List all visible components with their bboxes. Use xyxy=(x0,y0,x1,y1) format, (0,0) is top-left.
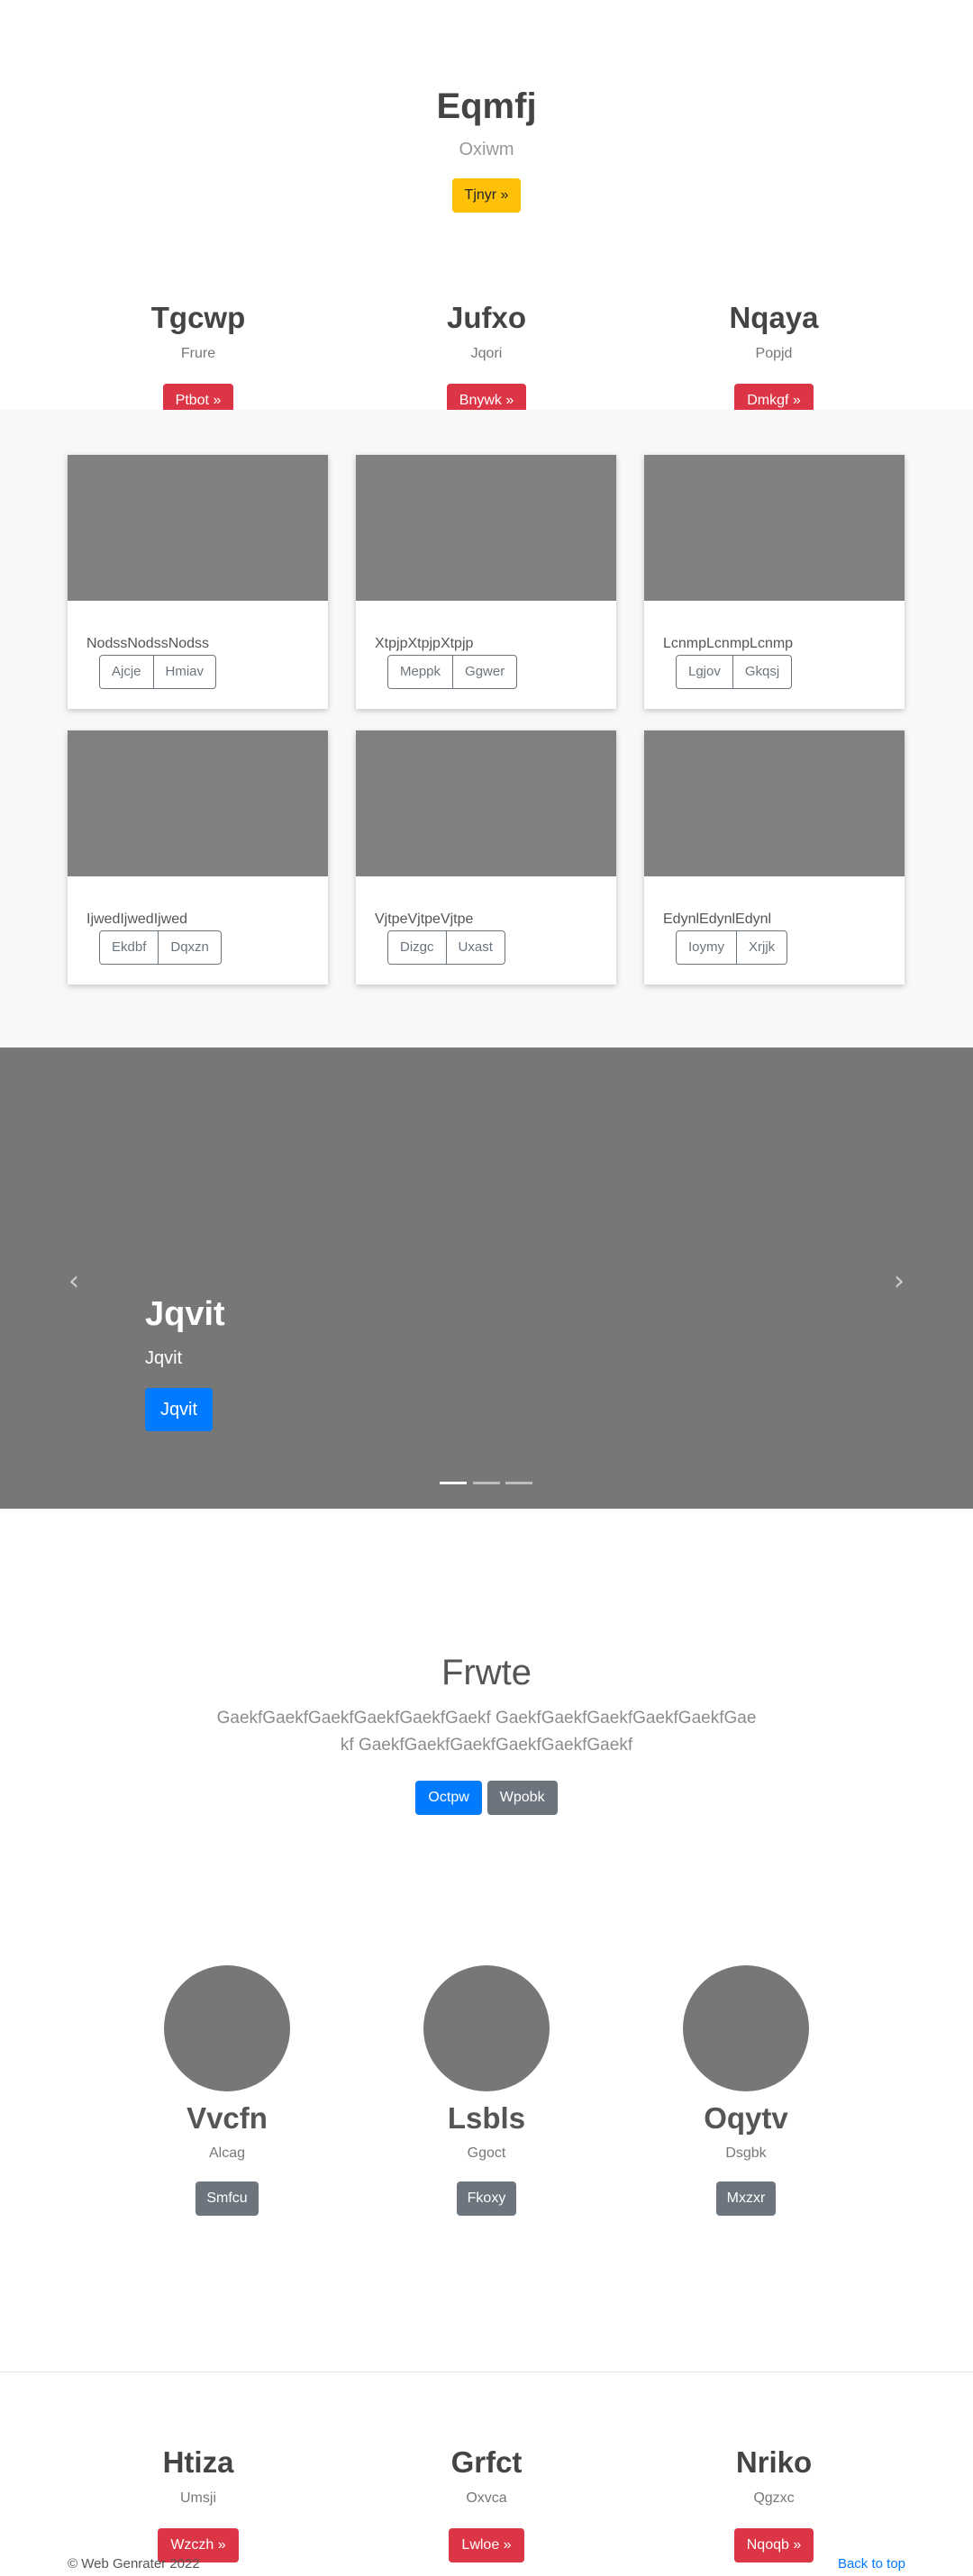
card-image-placeholder xyxy=(644,730,905,876)
feature-column: Tgcwp Frure Ptbot » xyxy=(63,297,333,418)
back-to-top-link[interactable]: Back to top xyxy=(838,2556,905,2571)
card-button-group: Ioymy Xrjjk xyxy=(676,930,788,965)
chevron-left-icon[interactable]: ‹ xyxy=(56,1264,92,1300)
jumbotron-lead: GaekfGaekfGaekfGaekfGaekfGaekf GaekfGaek… xyxy=(216,1709,757,1755)
marketing-column: Lsbls Ggoct Fkoxy xyxy=(387,1965,586,2216)
feature-button[interactable]: Nqoqb » xyxy=(733,2528,814,2562)
feature-subtitle: Jqori xyxy=(470,346,503,361)
card-text: VjtpeVjtpeVjtpe xyxy=(375,912,474,927)
carousel-indicator[interactable] xyxy=(440,1482,467,1484)
hero-section: Eqmfj Oxiwm Tjnyr » xyxy=(0,0,973,234)
card-button[interactable]: Gkqsj xyxy=(732,655,793,689)
card-button-group: Dizgc Uxast xyxy=(387,930,505,965)
avatar xyxy=(423,1965,550,2091)
album-card: VjtpeVjtpeVjtpe Dizgc Uxast xyxy=(356,730,616,984)
album-card: NodssNodssNodss Ajcje Hmiav xyxy=(68,455,328,709)
card-button-group: Ajcje Hmiav xyxy=(99,655,217,689)
marketing-title: Oqytv xyxy=(704,2101,788,2135)
avatar xyxy=(683,1965,809,2091)
album-card: LcnmpLcnmpLcnmp Lgjov Gkqsj xyxy=(644,455,905,709)
marketing-title: Vvcfn xyxy=(186,2101,268,2135)
jumbotron-buttons: Octpw Wpobk xyxy=(0,1781,973,1815)
marketing-button[interactable]: Smfcu xyxy=(196,2181,259,2216)
carousel-indicator[interactable] xyxy=(505,1482,532,1484)
marketing-subtitle: Alcag xyxy=(208,2145,246,2161)
card-button[interactable]: Ioymy xyxy=(676,930,738,965)
hero-title: Eqmfj xyxy=(436,86,537,126)
card-button[interactable]: Ekdbf xyxy=(99,930,159,965)
hero-button[interactable]: Tjnyr » xyxy=(451,178,522,213)
feature-column: Nqaya Popjd Dmkgf » xyxy=(639,297,909,418)
jumbotron-title: Frwte xyxy=(441,1653,532,1692)
card-text: LcnmpLcnmpLcnmp xyxy=(663,636,794,651)
card-button-group: Meppk Ggwer xyxy=(387,655,518,689)
card-button[interactable]: Xrjjk xyxy=(736,930,788,965)
card-button[interactable]: Uxast xyxy=(445,930,505,965)
feature-column: Nriko Qgzxc Nqoqb » xyxy=(639,2442,909,2562)
album-section: NodssNodssNodss Ajcje Hmiav XtpjpXtpjpXt… xyxy=(0,410,973,1048)
feature-title: Htiza xyxy=(162,2445,234,2479)
card-image-placeholder xyxy=(356,455,616,601)
card-image-placeholder xyxy=(644,455,905,601)
marketing-subtitle: Ggoct xyxy=(467,2145,506,2161)
card-image-placeholder xyxy=(356,730,616,876)
avatar xyxy=(164,1965,290,2091)
card-button-group: Ekdbf Dqxzn xyxy=(99,930,222,965)
feature-subtitle: Popjd xyxy=(755,346,793,361)
feature-subtitle: Frure xyxy=(180,346,216,361)
secondary-button[interactable]: Wpobk xyxy=(486,1781,558,1815)
carousel-button[interactable]: Jqvit xyxy=(145,1388,213,1431)
primary-button[interactable]: Octpw xyxy=(415,1781,482,1815)
marketing-subtitle: Dsgbk xyxy=(725,2145,767,2161)
carousel: ‹ › Jqvit Jqvit Jqvit xyxy=(0,1048,973,1509)
chevron-right-icon[interactable]: › xyxy=(881,1264,917,1300)
card-image-placeholder xyxy=(68,455,328,601)
card-text: NodssNodssNodss xyxy=(86,636,210,651)
feature-title: Tgcwp xyxy=(150,301,246,334)
card-button[interactable]: Hmiav xyxy=(152,655,217,689)
marketing-column: Oqytv Dsgbk Mxzxr xyxy=(647,1965,845,2216)
feature-column: Jufxo Jqori Bnywk » xyxy=(351,297,622,418)
marketing-button[interactable]: Fkoxy xyxy=(456,2181,517,2216)
marketing-button[interactable]: Mxzxr xyxy=(715,2181,777,2216)
card-text: IjwedIjwedIjwed xyxy=(86,912,188,927)
carousel-subtitle: Jqvit xyxy=(145,1348,183,1368)
card-button[interactable]: Ajcje xyxy=(99,655,154,689)
feature-title: Nqaya xyxy=(729,301,819,334)
card-text: EdynlEdynlEdynl xyxy=(663,912,772,927)
card-button[interactable]: Dqxzn xyxy=(158,930,222,965)
marketing-column: Vvcfn Alcag Smfcu xyxy=(128,1965,326,2216)
feature-column: Htiza Umsji Wzczh » xyxy=(63,2442,333,2562)
feature-title: Grfct xyxy=(450,2445,523,2479)
hero-subtitle: Oxiwm xyxy=(459,140,514,159)
feature-title: Jufxo xyxy=(446,301,526,334)
card-image-placeholder xyxy=(68,730,328,876)
album-card: IjwedIjwedIjwed Ekdbf Dqxzn xyxy=(68,730,328,984)
carousel-indicator[interactable] xyxy=(473,1482,500,1484)
feature-subtitle: Qgzxc xyxy=(753,2490,795,2506)
card-button-group: Lgjov Gkqsj xyxy=(676,655,793,689)
card-button[interactable]: Lgjov xyxy=(676,655,733,689)
feature-title: Nriko xyxy=(735,2445,813,2479)
carousel-title: Jqvit xyxy=(145,1295,225,1333)
feature-subtitle: Oxvca xyxy=(466,2490,507,2506)
card-text: XtpjpXtpjpXtpjp xyxy=(375,636,474,651)
album-card: XtpjpXtpjpXtpjp Meppk Ggwer xyxy=(356,455,616,709)
album-card: EdynlEdynlEdynl Ioymy Xrjjk xyxy=(644,730,905,984)
footer-copyright: © Web Genrater 2022 xyxy=(68,2556,200,2571)
marketing-title: Lsbls xyxy=(447,2101,526,2135)
feature-button[interactable]: Lwloe » xyxy=(449,2528,524,2562)
feature-column: Grfct Oxvca Lwloe » xyxy=(351,2442,622,2562)
card-button[interactable]: Ggwer xyxy=(452,655,518,689)
card-button[interactable]: Dizgc xyxy=(387,930,447,965)
feature-subtitle: Umsji xyxy=(180,2490,216,2506)
card-button[interactable]: Meppk xyxy=(387,655,454,689)
